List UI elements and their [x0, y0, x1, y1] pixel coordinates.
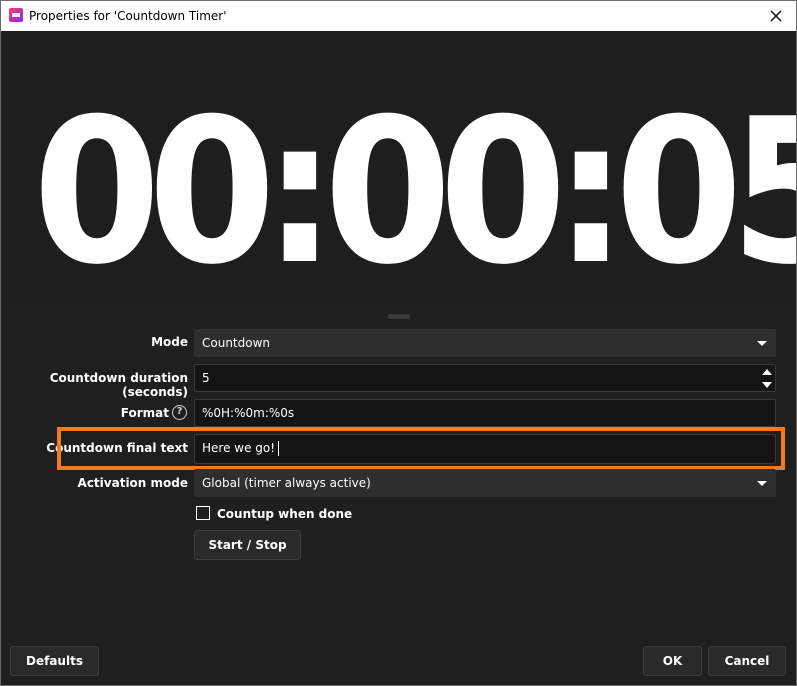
format-label: Format: [120, 406, 169, 420]
start-stop-button[interactable]: Start / Stop: [194, 530, 301, 560]
cancel-button[interactable]: Cancel: [708, 646, 786, 676]
ok-button[interactable]: OK: [643, 646, 702, 676]
mode-dropdown[interactable]: Countdown: [194, 329, 776, 357]
defaults-button[interactable]: Defaults: [10, 646, 99, 676]
duration-spinbox[interactable]: 5: [194, 364, 776, 392]
app-logo-icon: [9, 8, 23, 22]
final-text-input[interactable]: Here we go!: [194, 434, 776, 464]
duration-value: 5: [202, 371, 210, 385]
mode-label: Mode: [151, 335, 188, 349]
window-title: Properties for 'Countdown Timer': [29, 9, 227, 23]
mode-value: Countdown: [202, 336, 271, 350]
spin-down-icon[interactable]: [762, 382, 772, 388]
chevron-down-icon: [757, 341, 767, 346]
format-value: %0H:%0m:%0s: [202, 406, 295, 420]
text-caret: [278, 441, 280, 456]
help-icon[interactable]: ?: [172, 405, 187, 420]
activation-dropdown[interactable]: Global (timer always active): [194, 469, 776, 497]
spin-up-icon[interactable]: [762, 369, 772, 375]
final-text-value: Here we go!: [202, 441, 276, 455]
chevron-down-icon: [757, 481, 767, 486]
close-button[interactable]: [756, 1, 796, 31]
source-preview: 00:00:05: [1, 31, 796, 303]
format-input[interactable]: %0H:%0m:%0s: [194, 399, 776, 427]
countup-checkbox[interactable]: [196, 506, 210, 520]
duration-label: Countdown duration (seconds): [49, 371, 188, 399]
close-icon: [770, 10, 782, 22]
timer-display: 00:00:05: [32, 76, 796, 303]
activation-value: Global (timer always active): [202, 476, 371, 490]
activation-label: Activation mode: [77, 476, 188, 490]
final-text-label: Countdown final text: [46, 441, 188, 455]
countup-label[interactable]: Countup when done: [217, 507, 352, 521]
title-bar: Properties for 'Countdown Timer': [0, 0, 797, 31]
resize-splitter[interactable]: [388, 314, 410, 319]
